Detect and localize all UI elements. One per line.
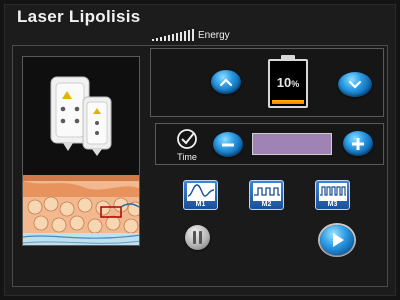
plus-icon — [352, 137, 364, 150]
square-wave-icon — [319, 183, 347, 201]
energy-label: Energy — [198, 30, 230, 41]
pause-button[interactable] — [185, 225, 210, 250]
pulse-wave-icon — [253, 183, 281, 201]
play-button[interactable] — [320, 225, 354, 255]
mode-m2-button[interactable]: M2 — [249, 180, 284, 210]
energy-decrease-button[interactable] — [338, 72, 372, 97]
energy-level-indicator: 10% — [268, 55, 308, 108]
mode-m3-button[interactable]: M3 — [315, 180, 350, 210]
energy-level-value: 10% — [276, 75, 300, 90]
chevron-up-icon — [219, 78, 233, 87]
time-indicator: Time — [170, 128, 204, 164]
chevron-down-icon — [348, 80, 362, 89]
energy-increase-button[interactable] — [211, 70, 241, 94]
mode-m3-label: M3 — [327, 201, 338, 208]
sine-wave-icon — [187, 183, 215, 201]
minus-icon — [222, 143, 234, 146]
check-circle-icon — [177, 129, 197, 149]
time-label: Time — [177, 152, 197, 162]
mode-m2-label: M2 — [261, 201, 272, 208]
time-display — [252, 133, 332, 155]
energy-level-fill — [272, 100, 304, 104]
pause-icon — [193, 231, 202, 244]
mode-m1-label: M1 — [195, 201, 206, 208]
page-title: Laser Lipolisis — [17, 7, 141, 26]
treatment-image — [22, 56, 140, 246]
time-increase-button[interactable] — [343, 131, 373, 156]
device-illustration — [23, 57, 139, 245]
play-icon — [333, 233, 344, 247]
signal-bars-icon — [152, 29, 194, 41]
time-decrease-button[interactable] — [213, 132, 243, 157]
mode-m1-button[interactable]: M1 — [183, 180, 218, 210]
energy-header: Energy — [152, 29, 230, 41]
